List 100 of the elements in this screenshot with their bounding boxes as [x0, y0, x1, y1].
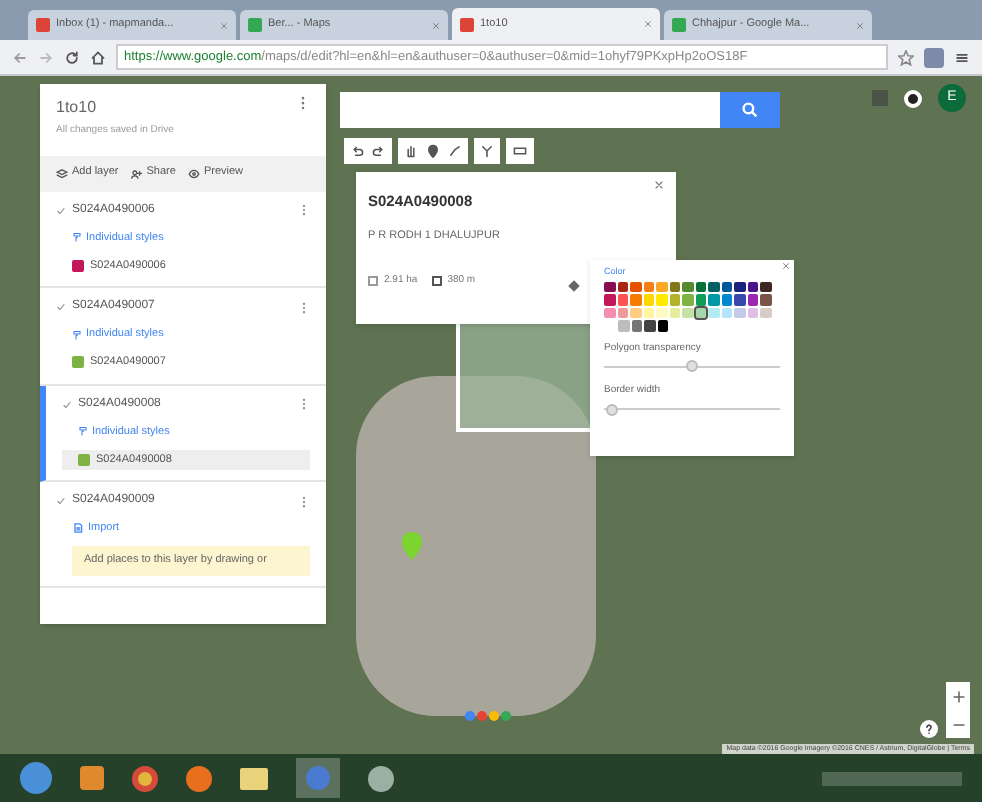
color-swatch[interactable]: [734, 281, 745, 293]
color-swatch[interactable]: [721, 307, 732, 319]
color-swatch[interactable]: [734, 294, 745, 306]
more-icon[interactable]: [296, 96, 310, 110]
color-swatch[interactable]: [630, 294, 641, 306]
color-swatch[interactable]: [760, 294, 771, 306]
firefox-icon[interactable]: [186, 765, 212, 791]
app-icon[interactable]: [368, 765, 394, 791]
color-swatch[interactable]: [643, 307, 654, 319]
color-swatch[interactable]: [631, 320, 642, 332]
color-swatch[interactable]: [669, 281, 680, 293]
forward-icon[interactable]: [38, 49, 54, 65]
reload-icon[interactable]: [64, 49, 80, 65]
slider-thumb[interactable]: [686, 360, 698, 373]
paint-roller-icon: [72, 329, 82, 340]
menu-icon[interactable]: [954, 49, 970, 65]
more-icon[interactable]: [298, 204, 310, 216]
checkbox[interactable]: [56, 302, 66, 312]
close-icon[interactable]: [654, 180, 664, 190]
close-icon[interactable]: [856, 21, 864, 29]
color-swatch[interactable]: [630, 281, 641, 293]
undo-icon[interactable]: [350, 144, 364, 158]
color-swatch[interactable]: [630, 307, 641, 319]
color-swatch[interactable]: [657, 320, 668, 332]
border-width-slider[interactable]: [604, 403, 780, 416]
redo-icon[interactable]: [372, 144, 386, 158]
satellite-map[interactable]: [0, 76, 982, 754]
transparency-slider[interactable]: [604, 360, 780, 373]
color-swatch[interactable]: [682, 307, 693, 319]
slider-thumb[interactable]: [606, 403, 619, 416]
google-logo: [464, 710, 512, 722]
chrome-icon[interactable]: [132, 765, 158, 791]
color-swatch[interactable]: [721, 294, 732, 306]
paint-roller-icon: [78, 426, 88, 437]
share-icon: [130, 167, 143, 179]
perimeter-icon: [431, 275, 442, 286]
search-button[interactable]: [720, 92, 780, 128]
map-title[interactable]: 1to10: [56, 96, 97, 120]
media-player-icon[interactable]: [80, 766, 104, 790]
color-swatch[interactable]: [708, 281, 719, 293]
color-swatch[interactable]: [747, 307, 758, 319]
color-swatch[interactable]: [682, 294, 693, 306]
back-icon[interactable]: [12, 49, 28, 65]
color-swatch[interactable]: [760, 281, 771, 293]
more-icon[interactable]: [298, 301, 310, 313]
search-field[interactable]: [340, 92, 720, 128]
color-swatch[interactable]: [656, 307, 667, 319]
help-icon[interactable]: [920, 720, 938, 738]
home-icon[interactable]: [90, 49, 106, 65]
folder-icon[interactable]: [240, 767, 268, 789]
paint-roller-icon: [72, 232, 82, 243]
color-swatch[interactable]: [695, 281, 706, 293]
color-swatch[interactable]: [695, 307, 706, 319]
marker-icon[interactable]: [426, 144, 440, 158]
paint-bucket-icon[interactable]: [568, 280, 580, 292]
system-tray-icons: [822, 771, 962, 785]
color-swatch[interactable]: [656, 294, 667, 306]
color-swatch[interactable]: [618, 320, 629, 332]
color-swatch[interactable]: [617, 307, 628, 319]
color-swatch[interactable]: [760, 307, 771, 319]
color-swatch[interactable]: [669, 307, 680, 319]
star-icon[interactable]: [898, 49, 914, 65]
area-icon: [368, 275, 378, 286]
zoom-in-icon[interactable]: [951, 689, 965, 703]
more-icon[interactable]: [298, 495, 310, 507]
close-icon[interactable]: [432, 21, 440, 29]
color-swatch[interactable]: [734, 307, 745, 319]
close-icon[interactable]: [220, 21, 228, 29]
extension-icon[interactable]: [924, 47, 944, 67]
line-icon[interactable]: [448, 144, 462, 158]
close-icon[interactable]: [644, 20, 652, 28]
color-swatch[interactable]: [604, 294, 615, 306]
directions-icon[interactable]: [480, 144, 494, 158]
layers-icon: [56, 167, 68, 179]
color-swatch[interactable]: [604, 281, 615, 293]
color-swatch[interactable]: [682, 281, 693, 293]
checkbox[interactable]: [56, 496, 66, 506]
checkbox[interactable]: [62, 399, 72, 409]
color-swatch[interactable]: [747, 294, 758, 306]
color-swatch[interactable]: [695, 294, 706, 306]
color-swatch[interactable]: [708, 294, 719, 306]
start-button[interactable]: [20, 762, 52, 794]
document-icon: [72, 522, 84, 535]
color-swatch[interactable]: [617, 294, 628, 306]
color-swatch[interactable]: [708, 307, 719, 319]
color-swatch[interactable]: [604, 307, 615, 319]
color-swatch[interactable]: [643, 294, 654, 306]
color-swatch[interactable]: [721, 281, 732, 293]
preview-icon: [187, 167, 200, 179]
ruler-icon[interactable]: [512, 144, 528, 158]
color-swatch[interactable]: [643, 281, 654, 293]
color-swatch[interactable]: [669, 294, 680, 306]
close-icon[interactable]: [782, 262, 790, 270]
more-icon[interactable]: [298, 398, 310, 410]
color-swatch[interactable]: [644, 320, 655, 332]
color-swatch[interactable]: [656, 281, 667, 293]
search-icon: [742, 102, 758, 118]
checkbox[interactable]: [56, 205, 66, 215]
color-swatch[interactable]: [747, 281, 758, 293]
color-swatch[interactable]: [617, 281, 628, 293]
